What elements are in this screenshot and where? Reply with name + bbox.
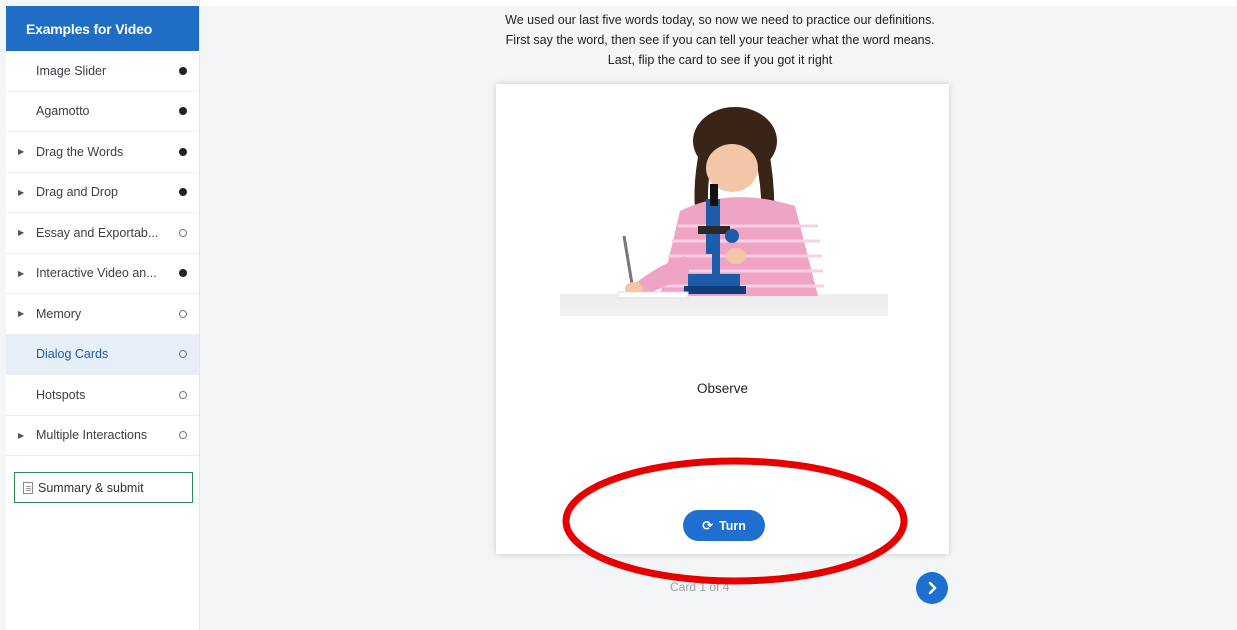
instruction-line: First say the word, then see if you can … xyxy=(505,33,935,47)
turn-label: Turn xyxy=(719,518,746,533)
sidebar-item-label: Drag the Words xyxy=(36,144,124,159)
sidebar: Examples for Video Image Slider Agamotto… xyxy=(6,6,200,630)
sidebar-item-image-slider[interactable]: Image Slider xyxy=(6,51,199,92)
card-counter: Card 1 of 4 xyxy=(670,580,730,594)
refresh-icon: ⟳ xyxy=(702,517,714,533)
girl-with-microscope-image xyxy=(560,107,888,316)
sidebar-item-label: Multiple Interactions xyxy=(36,428,148,443)
expand-caret-icon[interactable]: ▶ xyxy=(18,147,32,156)
next-card-button[interactable] xyxy=(916,572,948,604)
sidebar-item-label: Image Slider xyxy=(36,63,107,78)
instruction-line: Last, flip the card to see if you got it… xyxy=(607,53,833,67)
dialog-card: Observe ⟳ Turn xyxy=(496,84,949,554)
turn-button[interactable]: ⟳ Turn xyxy=(683,510,765,541)
card-word: Observe xyxy=(696,381,749,396)
status-dot-icon xyxy=(179,188,187,197)
summary-submit-button[interactable]: Summary & submit xyxy=(14,472,193,503)
sidebar-item-drag-the-words[interactable]: ▶ Drag the Words xyxy=(6,132,199,173)
sidebar-item-multiple-interactions[interactable]: ▶ Multiple Interactions xyxy=(6,416,199,456)
status-dot-icon xyxy=(179,228,187,237)
expand-caret-icon[interactable]: ▶ xyxy=(18,431,32,440)
sidebar-item-memory[interactable]: ▶ Memory xyxy=(6,294,199,335)
sidebar-item-essay[interactable]: ▶ Essay and Exportab... xyxy=(6,213,199,254)
sidebar-title: Examples for Video xyxy=(6,6,199,51)
sidebar-item-interactive-video[interactable]: ▶ Interactive Video an... xyxy=(6,254,199,294)
sidebar-item-label: Hotspots xyxy=(36,387,86,402)
sidebar-item-label: Dialog Cards xyxy=(36,347,109,362)
expand-caret-icon[interactable]: ▶ xyxy=(18,228,32,237)
status-dot-icon xyxy=(179,66,187,75)
app-window: Examples for Video Image Slider Agamotto… xyxy=(0,0,1237,630)
status-dot-icon xyxy=(179,309,187,318)
sidebar-item-label: Memory xyxy=(36,306,82,321)
expand-caret-icon[interactable]: ▶ xyxy=(18,269,32,278)
status-dot-icon xyxy=(179,390,187,399)
instructions: We used our last five words today, so no… xyxy=(470,10,970,70)
sidebar-item-dialog-cards[interactable]: Dialog Cards xyxy=(6,334,199,375)
status-dot-icon xyxy=(179,431,187,440)
sidebar-item-label: Drag and Drop xyxy=(36,185,118,200)
status-dot-icon xyxy=(179,350,187,359)
summary-submit-label: Summary & submit xyxy=(38,480,144,495)
expand-caret-icon[interactable]: ▶ xyxy=(18,309,32,318)
sidebar-item-agamotto[interactable]: Agamotto xyxy=(6,92,199,132)
sidebar-item-hotspots[interactable]: Hotspots xyxy=(6,375,199,416)
instruction-line: We used our last five words today, so no… xyxy=(505,13,935,27)
status-dot-icon xyxy=(179,269,187,278)
expand-caret-icon[interactable]: ▶ xyxy=(18,188,32,197)
top-strip xyxy=(200,0,1237,6)
chevron-right-icon xyxy=(928,581,937,595)
status-dot-icon xyxy=(179,107,187,116)
sidebar-item-label: Essay and Exportab... xyxy=(36,225,159,240)
sidebar-nav: Image Slider Agamotto ▶ Drag the Words ▶ D… xyxy=(6,51,199,456)
document-icon xyxy=(23,481,33,494)
sidebar-item-label: Agamotto xyxy=(36,104,90,119)
main-content: We used our last five words today, so no… xyxy=(200,0,1237,630)
sidebar-item-drag-and-drop[interactable]: ▶ Drag and Drop xyxy=(6,173,199,213)
sidebar-item-label: Interactive Video an... xyxy=(36,266,157,281)
status-dot-icon xyxy=(179,147,187,156)
